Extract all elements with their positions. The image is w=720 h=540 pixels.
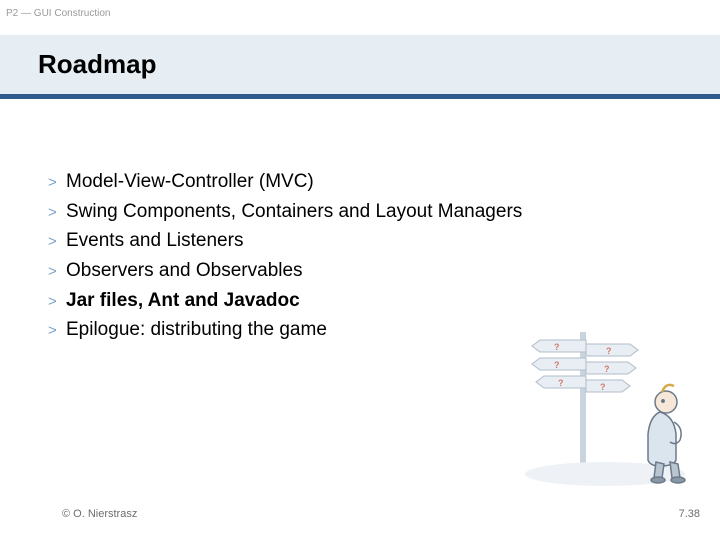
list-item-label: Observers and Observables	[66, 258, 303, 284]
bullet-icon: >	[48, 293, 66, 310]
list-item: > Swing Components, Containers and Layou…	[48, 199, 720, 225]
roadmap-list: > Model-View-Controller (MVC) > Swing Co…	[0, 99, 720, 343]
copyright: © O. Nierstrasz	[62, 508, 137, 520]
svg-text:?: ?	[558, 378, 564, 388]
list-item-label: Epilogue: distributing the game	[66, 317, 327, 343]
bullet-icon: >	[48, 263, 66, 280]
svg-text:?: ?	[600, 382, 606, 392]
bullet-icon: >	[48, 322, 66, 339]
list-item: > Observers and Observables	[48, 258, 720, 284]
breadcrumb: P2 — GUI Construction	[0, 0, 720, 19]
list-item-label: Swing Components, Containers and Layout …	[66, 199, 522, 225]
svg-text:?: ?	[606, 346, 612, 356]
list-item: > Events and Listeners	[48, 228, 720, 254]
bullet-icon: >	[48, 174, 66, 191]
list-item: > Jar files, Ant and Javadoc	[48, 288, 720, 314]
svg-text:?: ?	[554, 360, 560, 370]
list-item-label: Model-View-Controller (MVC)	[66, 169, 314, 195]
signpost-illustration: ? ? ? ? ? ?	[510, 322, 710, 492]
title-band: Roadmap	[0, 35, 720, 94]
list-item: > Model-View-Controller (MVC)	[48, 169, 720, 195]
bullet-icon: >	[48, 233, 66, 250]
page-title: Roadmap	[38, 49, 720, 80]
list-item-label: Jar files, Ant and Javadoc	[66, 288, 300, 314]
bullet-icon: >	[48, 204, 66, 221]
svg-text:?: ?	[554, 342, 560, 352]
list-item-label: Events and Listeners	[66, 228, 243, 254]
page-number: 7.38	[679, 508, 700, 520]
svg-text:?: ?	[604, 364, 610, 374]
